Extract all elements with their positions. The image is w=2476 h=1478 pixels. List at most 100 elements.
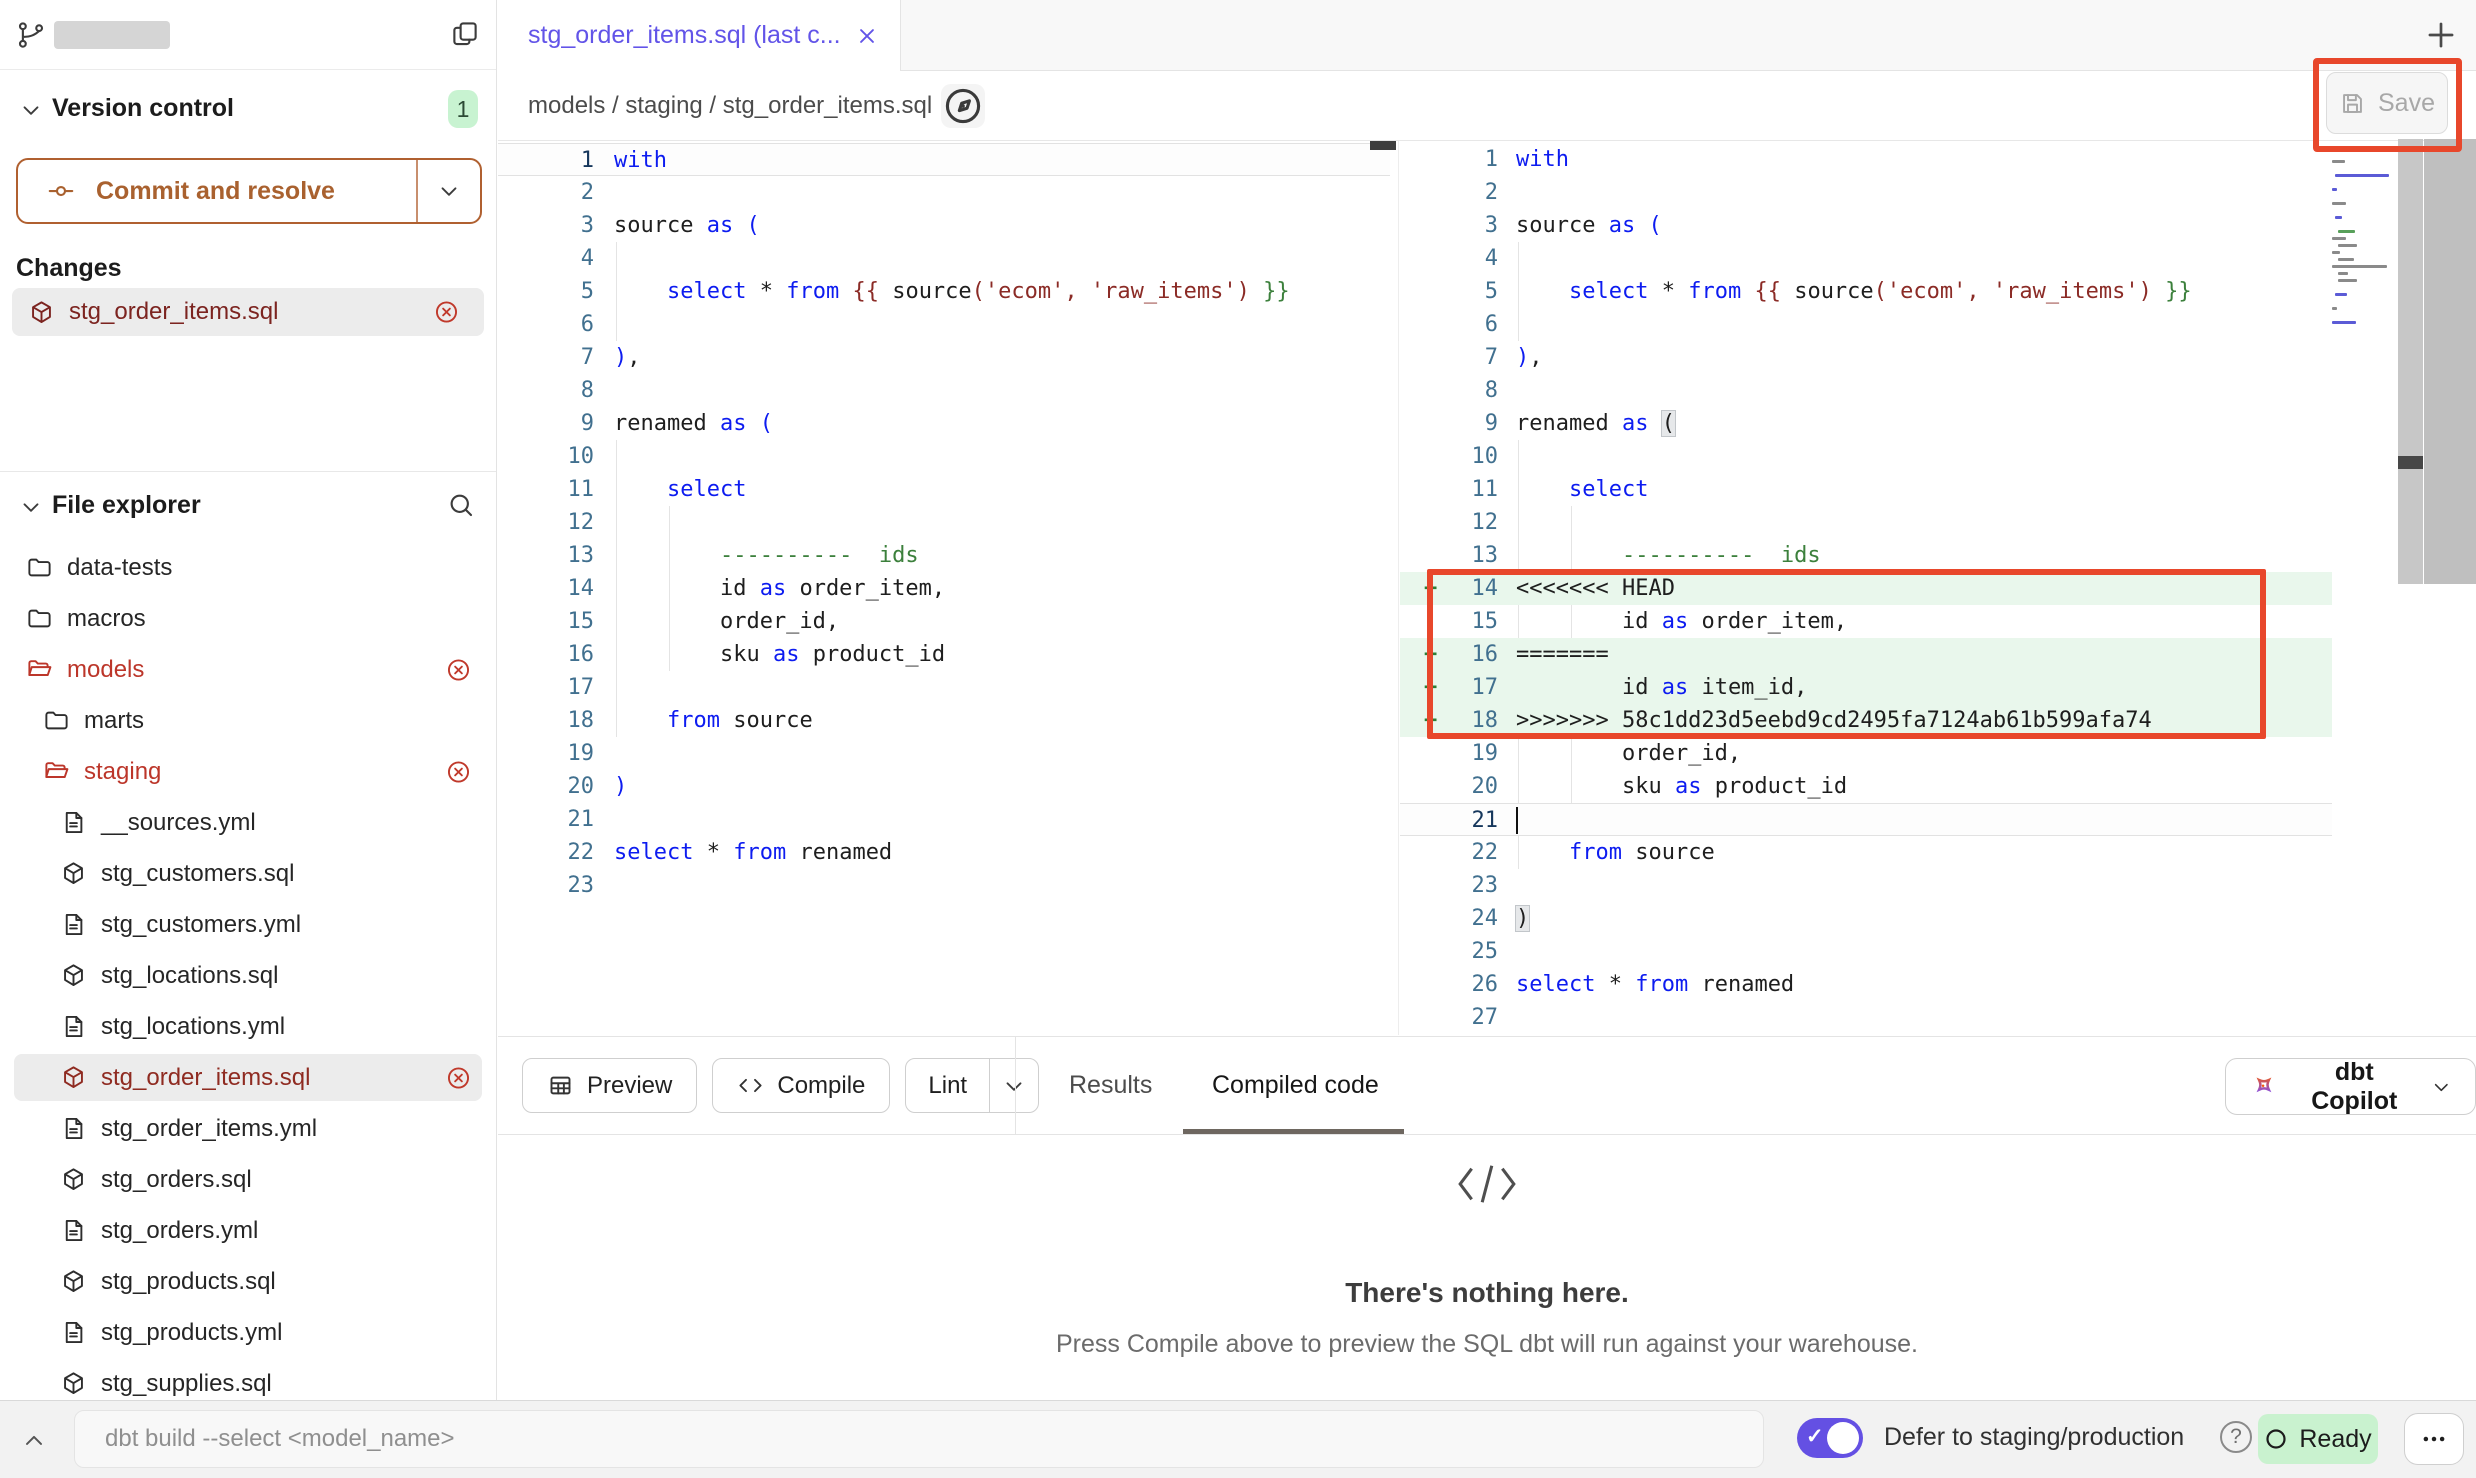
code-line-14[interactable]: 14+<<<<<<< HEAD [1400, 572, 2332, 605]
search-icon[interactable] [446, 490, 476, 520]
file-item-stg_products.yml[interactable]: stg_products.yml [0, 1307, 496, 1358]
preview-button[interactable]: Preview [522, 1058, 697, 1113]
code-line-10[interactable]: 10 [1400, 440, 2332, 473]
code-line-1[interactable]: 1with [498, 143, 1390, 176]
code-line-12[interactable]: 12 [1400, 506, 2332, 539]
code-line-7[interactable]: 7), [1400, 341, 2332, 374]
file-item-stg_locations.yml[interactable]: stg_locations.yml [0, 1001, 496, 1052]
file-item-stg_orders.sql[interactable]: stg_orders.sql [0, 1154, 496, 1205]
file-item-marts[interactable]: marts [0, 695, 496, 746]
new-tab-button[interactable] [2422, 16, 2460, 54]
file-item-stg_locations.sql[interactable]: stg_locations.sql [0, 950, 496, 1001]
tab-compiled-code[interactable]: Compiled code [1212, 1037, 1379, 1134]
help-icon[interactable]: ? [2220, 1421, 2252, 1453]
editor-pane-original[interactable]: 1with23source as (45 select * from {{ so… [498, 143, 1390, 903]
code-line-9[interactable]: 9renamed as ( [498, 407, 1390, 440]
code-line-4[interactable]: 4 [498, 242, 1390, 275]
save-button[interactable]: Save [2326, 72, 2448, 134]
compile-button[interactable]: Compile [712, 1058, 890, 1113]
file-explorer-section-header[interactable]: File explorer [0, 471, 496, 541]
lint-button[interactable]: Lint [906, 1059, 989, 1112]
code-line-9[interactable]: 9renamed as ( [1400, 407, 2332, 440]
code-line-11[interactable]: 11 select [1400, 473, 2332, 506]
code-line-15[interactable]: 15 order_id, [498, 605, 1390, 638]
file-item-stg_orders.yml[interactable]: stg_orders.yml [0, 1205, 496, 1256]
code-line-13[interactable]: 13 ---------- ids [1400, 539, 2332, 572]
chevron-up-icon[interactable] [20, 1427, 48, 1455]
code-line-20[interactable]: 20 sku as product_id [1400, 770, 2332, 803]
code-line-5[interactable]: 5 select * from {{ source('ecom', 'raw_i… [498, 275, 1390, 308]
discard-changes-icon[interactable] [433, 299, 460, 326]
code-line-16[interactable]: 16 sku as product_id [498, 638, 1390, 671]
code-line-17[interactable]: 17+ id as item_id, [1400, 671, 2332, 704]
file-item-stg_order_items.yml[interactable]: stg_order_items.yml [0, 1103, 496, 1154]
code-line-15[interactable]: 15 id as order_item, [1400, 605, 2332, 638]
defer-toggle[interactable]: ✓ [1797, 1418, 1863, 1458]
code-line-24[interactable]: 24) [1400, 902, 2332, 935]
code-line-19[interactable]: 19 order_id, [1400, 737, 2332, 770]
outer-scrollbar-track[interactable] [2424, 139, 2476, 584]
code-line-14[interactable]: 14 id as order_item, [498, 572, 1390, 605]
code-line-17[interactable]: 17 [498, 671, 1390, 704]
editor-pane-current[interactable]: 1with23source as (45 select * from {{ so… [1400, 143, 2332, 1035]
commit-dropdown-button[interactable] [418, 160, 480, 222]
code-line-6[interactable]: 6 [1400, 308, 2332, 341]
code-line-12[interactable]: 12 [498, 506, 1390, 539]
code-line-23[interactable]: 23 [1400, 869, 2332, 902]
code-line-22[interactable]: 22 from source [1400, 836, 2332, 869]
code-line-13[interactable]: 13 ---------- ids [498, 539, 1390, 572]
discard-changes-icon[interactable] [445, 758, 472, 785]
more-options-button[interactable] [2404, 1413, 2464, 1465]
right-scrollbar-track[interactable] [2398, 139, 2423, 584]
code-line-10[interactable]: 10 [498, 440, 1390, 473]
code-line-4[interactable]: 4 [1400, 242, 2332, 275]
change-item-stg_order_items.sql[interactable]: stg_order_items.sql [12, 288, 484, 336]
code-line-26[interactable]: 26select * from renamed [1400, 968, 2332, 1001]
code-line-3[interactable]: 3source as ( [498, 209, 1390, 242]
tab-stg-order-items[interactable]: stg_order_items.sql (last c... [498, 0, 901, 71]
lineage-compass-icon[interactable] [941, 84, 985, 128]
code-line-3[interactable]: 3source as ( [1400, 209, 2332, 242]
discard-changes-icon[interactable] [445, 656, 472, 683]
code-line-19[interactable]: 19 [498, 737, 1390, 770]
file-item-staging[interactable]: staging [0, 746, 496, 797]
file-item-stg_supplies.sql[interactable]: stg_supplies.sql [0, 1358, 496, 1400]
commit-and-resolve-button[interactable]: Commit and resolve [16, 158, 482, 224]
file-item-stg_order_items.sql[interactable]: stg_order_items.sql [0, 1052, 496, 1103]
code-line-21[interactable]: 21 [498, 803, 1390, 836]
code-line-20[interactable]: 20) [498, 770, 1390, 803]
file-item-macros[interactable]: macros [0, 593, 496, 644]
dbt-copilot-button[interactable]: dbt Copilot [2225, 1058, 2476, 1115]
code-line-6[interactable]: 6 [498, 308, 1390, 341]
code-line-18[interactable]: 18 from source [498, 704, 1390, 737]
code-line-25[interactable]: 25 [1400, 935, 2332, 968]
code-line-18[interactable]: 18+>>>>>>> 58c1dd23d5eebd9cd2495fa7124ab… [1400, 704, 2332, 737]
code-line-1[interactable]: 1with [1400, 143, 2332, 176]
file-item-stg_customers.sql[interactable]: stg_customers.sql [0, 848, 496, 899]
tab-results[interactable]: Results [1069, 1037, 1152, 1134]
version-control-section-header[interactable]: Version control 1 [0, 86, 496, 134]
code-line-2[interactable]: 2 [498, 176, 1390, 209]
file-item-stg_products.sql[interactable]: stg_products.sql [0, 1256, 496, 1307]
file-item-data-tests[interactable]: data-tests [0, 542, 496, 593]
code-line-22[interactable]: 22select * from renamed [498, 836, 1390, 869]
discard-changes-icon[interactable] [445, 1064, 472, 1091]
code-line-8[interactable]: 8 [1400, 374, 2332, 407]
code-line-21[interactable]: 21 [1400, 803, 2332, 836]
minimap[interactable] [2332, 146, 2394, 356]
code-line-8[interactable]: 8 [498, 374, 1390, 407]
command-input[interactable] [74, 1410, 1764, 1468]
close-icon[interactable] [854, 23, 880, 49]
code-line-16[interactable]: 16+======= [1400, 638, 2332, 671]
code-line-11[interactable]: 11 select [498, 473, 1390, 506]
file-item-stg_customers.yml[interactable]: stg_customers.yml [0, 899, 496, 950]
file-item-models[interactable]: models [0, 644, 496, 695]
git-branch-icon[interactable] [16, 20, 46, 50]
code-line-23[interactable]: 23 [498, 869, 1390, 902]
left-pane-scrollbar-thumb[interactable] [1370, 141, 1396, 150]
code-line-2[interactable]: 2 [1400, 176, 2332, 209]
copy-icon[interactable] [450, 19, 480, 49]
right-scrollbar-thumb[interactable] [2398, 456, 2423, 469]
code-line-7[interactable]: 7), [498, 341, 1390, 374]
code-line-5[interactable]: 5 select * from {{ source('ecom', 'raw_i… [1400, 275, 2332, 308]
